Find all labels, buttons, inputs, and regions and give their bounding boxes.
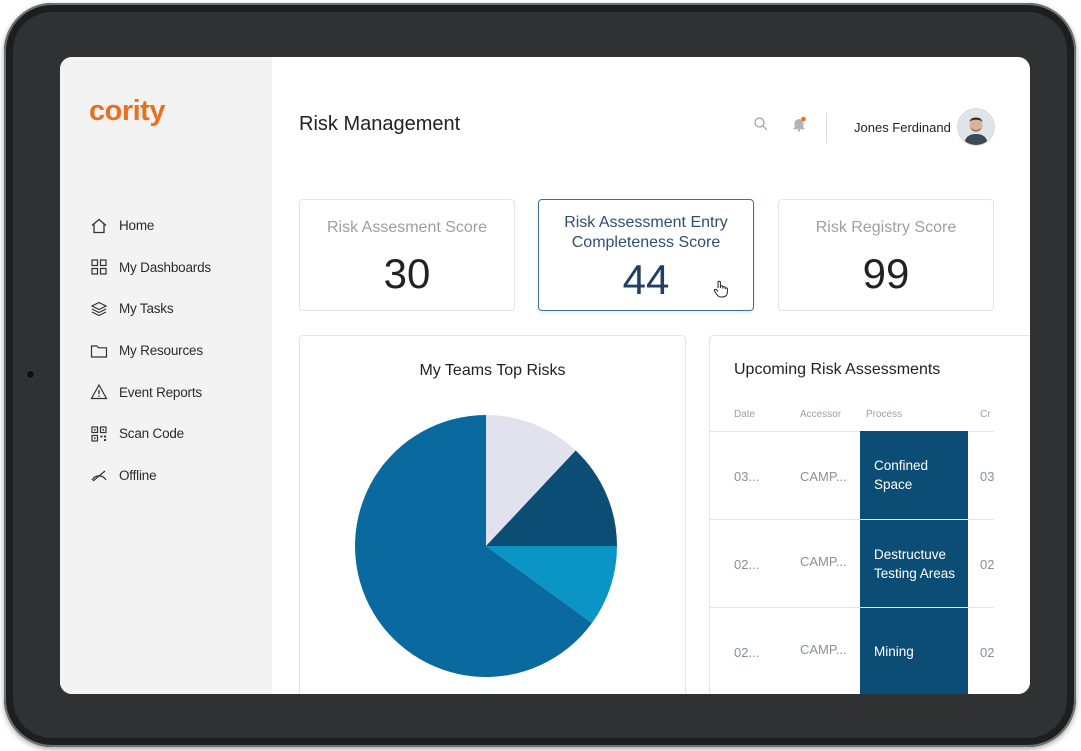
sidebar-item-label: My Resources: [119, 343, 203, 359]
header-divider: [826, 113, 827, 143]
sidebar-item-label: Offline: [119, 467, 157, 483]
grid-icon: [90, 258, 108, 276]
sidebar-item-label: Event Reports: [119, 384, 202, 400]
cell-process[interactable]: Mining: [860, 608, 968, 694]
cell-date: 02...: [734, 645, 760, 660]
main-content: Risk Management Jones Ferdinand Risk Ass…: [272, 57, 1030, 694]
sidebar-item-scan-code[interactable]: Scan Code: [90, 413, 211, 455]
hand-cursor-icon: [713, 280, 729, 303]
score-card-risk-registry[interactable]: Risk Registry Score 99: [778, 199, 994, 311]
sidebar-item-my-resources[interactable]: My Resources: [90, 330, 211, 372]
home-icon: [90, 217, 108, 235]
top-risks-title: My Teams Top Risks: [419, 362, 566, 379]
warning-icon: [90, 383, 108, 401]
cell-date: 02...: [734, 557, 760, 572]
user-name[interactable]: Jones Ferdinand: [854, 120, 951, 135]
cell-process[interactable]: Destructuve Testing Areas: [860, 520, 968, 607]
score-card-label: Risk Assessment Entry Completeness Score: [564, 214, 728, 251]
sidebar-item-my-dashboards[interactable]: My Dashboards: [90, 247, 211, 289]
camera: [27, 371, 34, 378]
tablet-frame: cority Home My Dashboards My Tasks My Re…: [4, 3, 1076, 747]
cell-extra: 02: [980, 645, 994, 660]
sidebar-item-label: Home: [119, 218, 155, 234]
app-screen: cority Home My Dashboards My Tasks My Re…: [60, 57, 1030, 694]
sidebar: cority Home My Dashboards My Tasks My Re…: [60, 57, 272, 694]
top-risks-pie-chart: [355, 415, 617, 677]
cell-accessor: CAMP...: [800, 469, 847, 484]
cell-date: 03...: [734, 469, 760, 484]
sidebar-item-label: My Tasks: [119, 301, 174, 317]
score-card-entry-completeness[interactable]: Risk Assessment Entry Completeness Score…: [538, 199, 754, 311]
layers-icon: [90, 300, 108, 318]
score-card-value: 30: [383, 250, 431, 297]
column-header-process[interactable]: Process: [866, 409, 902, 420]
score-card-risk-assessment[interactable]: Risk Assesment Score 30: [299, 199, 515, 311]
sidebar-item-event-reports[interactable]: Event Reports: [90, 371, 211, 413]
sidebar-nav: Home My Dashboards My Tasks My Resources…: [90, 205, 211, 496]
cell-accessor: CAMP...: [800, 642, 847, 657]
page-title: Risk Management: [299, 113, 461, 135]
column-header-accessor[interactable]: Accessor: [800, 409, 841, 420]
score-card-label: Risk Assesment Score: [326, 219, 488, 236]
sidebar-item-label: My Dashboards: [119, 259, 211, 275]
cell-extra: 03: [980, 469, 994, 484]
column-header-date[interactable]: Date: [734, 409, 755, 420]
cority-logo[interactable]: cority: [89, 95, 165, 128]
score-card-value: 99: [862, 250, 910, 297]
sidebar-item-offline[interactable]: Offline: [90, 455, 211, 497]
cell-extra: 02: [980, 557, 994, 572]
search-icon[interactable]: [752, 115, 770, 133]
score-card-label: Risk Registry Score: [815, 219, 957, 236]
upcoming-title: Upcoming Risk Assessments: [734, 361, 941, 378]
sidebar-item-home[interactable]: Home: [90, 205, 211, 247]
bell-icon[interactable]: [790, 115, 808, 133]
cell-accessor: CAMP...: [800, 554, 847, 569]
sidebar-item-my-tasks[interactable]: My Tasks: [90, 288, 211, 330]
folder-icon: [90, 342, 108, 360]
offline-icon: [90, 466, 108, 484]
column-header-cr[interactable]: Cr: [980, 409, 991, 420]
sidebar-item-label: Scan Code: [119, 426, 184, 442]
qr-code-icon: [90, 425, 108, 443]
cell-process[interactable]: Confined Space: [860, 431, 968, 519]
header-actions: [752, 115, 808, 133]
avatar[interactable]: [957, 108, 995, 146]
